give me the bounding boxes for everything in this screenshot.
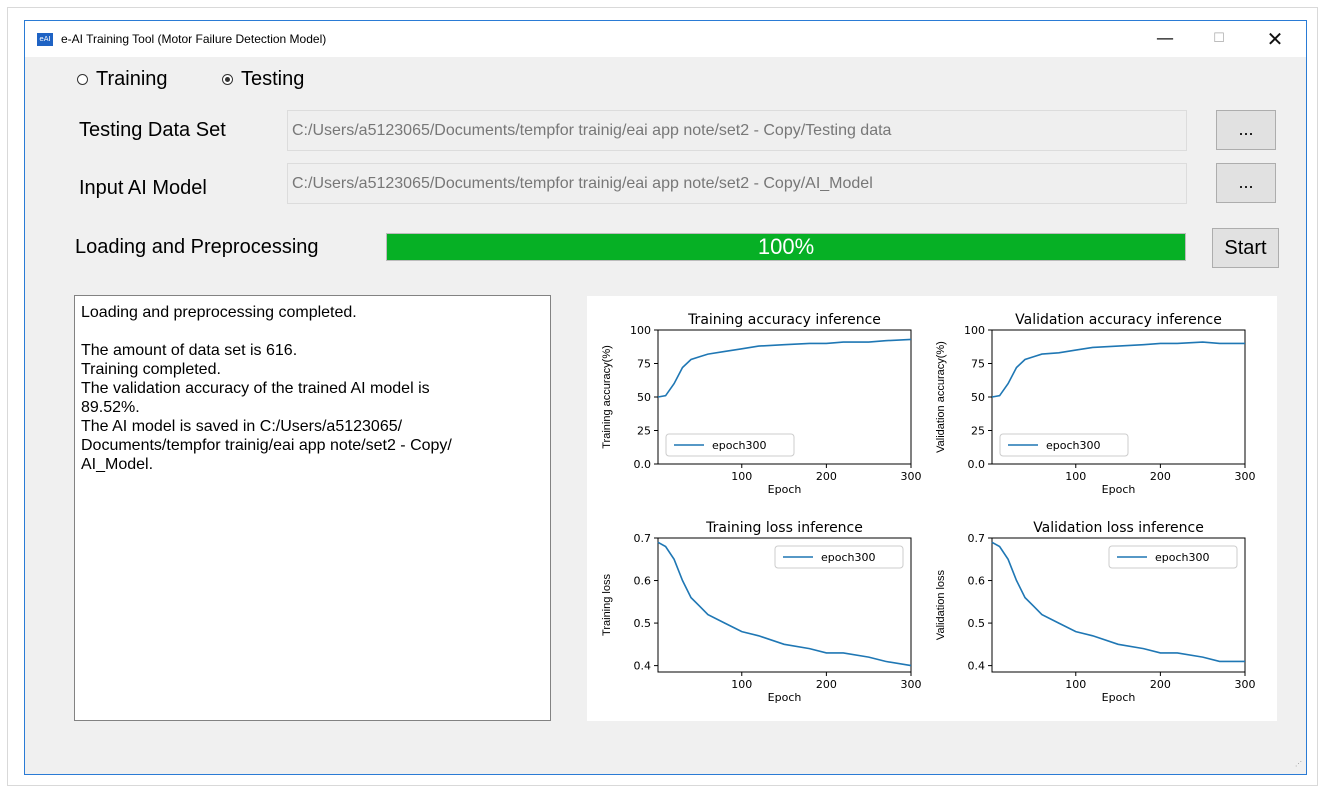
- series-line: [657, 338, 912, 398]
- chart-2: Training loss inference 0.4 0.5 0.6 0.7 100 20…: [601, 520, 922, 704]
- chart-1: Validation accuracy inference 0.0 25 50 75 10…: [935, 312, 1256, 496]
- y-axis-label: Training accuracy(%): [601, 345, 613, 449]
- progress-label: Loading and Preprocessing: [75, 236, 319, 258]
- progress-bar: 100%: [386, 233, 1186, 261]
- y-tick-label: 0.4: [968, 660, 986, 673]
- y-tick-label: 0.0: [634, 458, 652, 471]
- x-tick-label: 100: [1065, 470, 1086, 483]
- browse-testing-data-button[interactable]: ...: [1216, 110, 1276, 150]
- radio-testing[interactable]: Testing: [222, 68, 304, 91]
- x-tick-label: 100: [1065, 678, 1086, 691]
- y-tick-label: 100: [630, 324, 651, 337]
- y-tick-label: 25: [637, 425, 651, 438]
- legend-label: epoch300: [1155, 551, 1210, 564]
- input-model-label: Input AI Model: [79, 177, 207, 199]
- x-tick-label: 100: [731, 678, 752, 691]
- legend-label: epoch300: [1046, 439, 1101, 452]
- testing-data-path-field[interactable]: C:/Users/a5123065/Documents/tempfor trai…: [287, 110, 1187, 151]
- y-tick-label: 0.6: [968, 575, 986, 588]
- y-tick-label: 0.5: [634, 617, 652, 630]
- app-window: eAI e-AI Training Tool (Motor Failure De…: [24, 20, 1307, 775]
- y-tick-label: 75: [637, 358, 651, 371]
- x-axis-label: Epoch: [768, 483, 802, 496]
- x-tick-label: 300: [1235, 678, 1256, 691]
- log-line: Documents/tempfor trainig/eai app note/s…: [81, 437, 452, 454]
- charts-canvas: Training accuracy inference 0.0 25 50 75 100 1…: [601, 312, 1256, 704]
- x-tick-label: 300: [901, 470, 922, 483]
- log-line: Training completed.: [81, 361, 221, 378]
- chart-title: Validation loss inference: [1033, 520, 1204, 536]
- y-tick-label: 25: [971, 425, 985, 438]
- log-line: 89.52%.: [81, 399, 140, 416]
- app-logo-icon: eAI: [37, 33, 53, 46]
- chart-title: Training loss inference: [705, 520, 863, 536]
- y-tick-label: 0.7: [634, 532, 652, 545]
- output-log[interactable]: Loading and preprocessing completed. The …: [74, 295, 551, 721]
- x-tick-label: 200: [1150, 678, 1171, 691]
- log-line: AI_Model.: [81, 456, 154, 473]
- plots-panel: Training accuracy inference 0.0 25 50 75 100 1…: [587, 296, 1277, 721]
- maximize-button[interactable]: ☐: [1197, 23, 1241, 55]
- x-tick-label: 200: [816, 470, 837, 483]
- x-tick-label: 100: [731, 470, 752, 483]
- chart-title: Training accuracy inference: [687, 312, 881, 328]
- resize-grip-icon[interactable]: ⋰: [1295, 761, 1303, 771]
- progress-percent: 100%: [757, 234, 815, 259]
- x-axis-label: Epoch: [768, 691, 802, 704]
- y-tick-label: 100: [964, 324, 985, 337]
- log-line: Loading and preprocessing completed.: [81, 304, 357, 321]
- window-title: e-AI Training Tool (Motor Failure Detect…: [61, 32, 327, 46]
- radio-unchecked-icon[interactable]: [77, 74, 88, 85]
- y-axis-label: Validation loss: [935, 569, 947, 640]
- minimize-button[interactable]: —: [1143, 23, 1187, 55]
- y-tick-label: 75: [971, 358, 985, 371]
- radio-training-label: Training: [96, 68, 168, 90]
- radio-checked-icon[interactable]: [222, 74, 233, 85]
- x-axis-label: Epoch: [1102, 483, 1136, 496]
- y-tick-label: 0.0: [968, 458, 986, 471]
- log-line: The amount of data set is 616.: [81, 342, 298, 359]
- log-line: The validation accuracy of the trained A…: [81, 380, 430, 397]
- legend-label: epoch300: [712, 439, 767, 452]
- x-axis-label: Epoch: [1102, 691, 1136, 704]
- chart-0: Training accuracy inference 0.0 25 50 75 100 1…: [601, 312, 922, 496]
- radio-testing-label: Testing: [241, 68, 305, 90]
- radio-training[interactable]: Training: [77, 68, 168, 91]
- x-tick-label: 300: [1235, 470, 1256, 483]
- close-button[interactable]: ✕: [1253, 23, 1297, 55]
- series-line: [991, 341, 1245, 398]
- y-tick-label: 0.5: [968, 617, 986, 630]
- input-model-path-field[interactable]: C:/Users/a5123065/Documents/tempfor trai…: [287, 163, 1187, 204]
- y-tick-label: 50: [637, 391, 651, 404]
- y-tick-label: 0.7: [968, 532, 986, 545]
- legend-label: epoch300: [821, 551, 876, 564]
- y-axis-label: Validation accuracy(%): [935, 341, 947, 453]
- y-axis-label: Training loss: [601, 574, 613, 636]
- chart-title: Validation accuracy inference: [1015, 312, 1222, 328]
- x-tick-label: 200: [816, 678, 837, 691]
- title-bar[interactable]: eAI e-AI Training Tool (Motor Failure De…: [25, 21, 1306, 57]
- y-tick-label: 0.6: [634, 575, 652, 588]
- x-tick-label: 300: [901, 678, 922, 691]
- testing-data-label: Testing Data Set: [79, 119, 226, 141]
- y-tick-label: 0.4: [634, 660, 652, 673]
- start-button[interactable]: Start: [1212, 228, 1279, 268]
- chart-3: Validation loss inference 0.4 0.5 0.6 0.7 100…: [935, 520, 1256, 704]
- browse-input-model-button[interactable]: ...: [1216, 163, 1276, 203]
- log-line: The AI model is saved in C:/Users/a51230…: [81, 418, 403, 435]
- x-tick-label: 200: [1150, 470, 1171, 483]
- y-tick-label: 50: [971, 391, 985, 404]
